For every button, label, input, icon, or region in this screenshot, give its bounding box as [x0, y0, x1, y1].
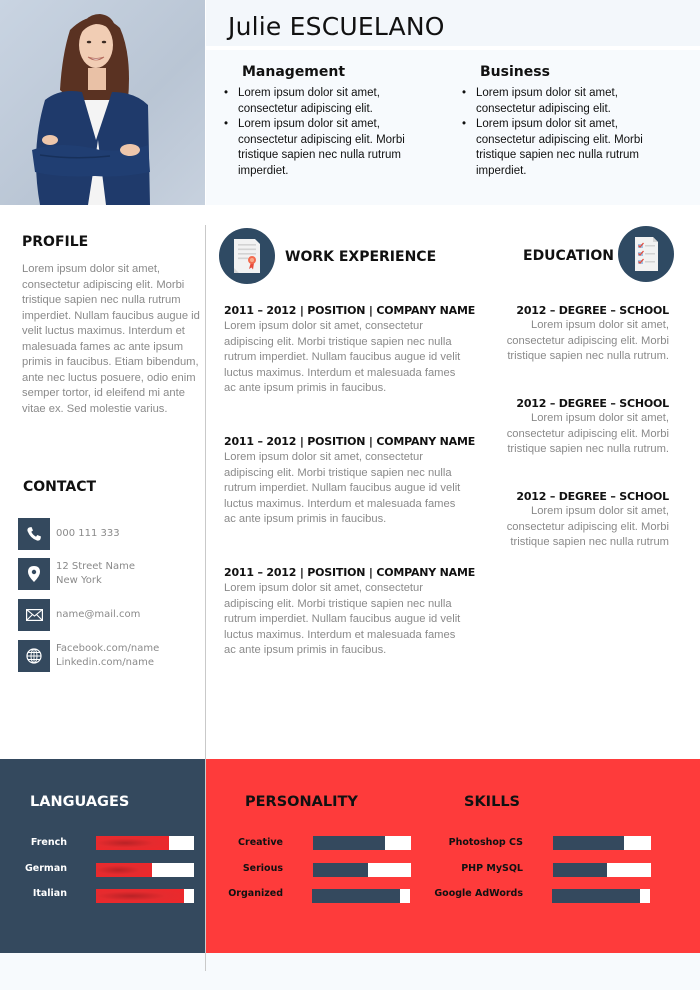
education-description: Lorem ipsum dolor sit amet, consectetur …: [506, 505, 669, 548]
skill-level-fill: [552, 889, 641, 903]
certificate-icon: [219, 228, 275, 284]
header-column-management: Management Lorem ipsum dolor sit amet, c…: [222, 64, 442, 179]
personality-level-fill: [313, 836, 385, 850]
header-column-business: Business Lorem ipsum dolor sit amet, con…: [460, 64, 680, 179]
address-city: New York: [56, 575, 102, 586]
footer-band: [0, 953, 700, 990]
education-description: Lorem ipsum dolor sit amet, consectetur …: [506, 412, 669, 455]
language-label: French: [30, 837, 67, 848]
language-level-fill: [96, 889, 185, 903]
personality-level-bar: [313, 836, 411, 850]
personality-skills-panel: [206, 759, 700, 953]
language-level-bar: [96, 889, 194, 903]
portrait-photo: [0, 0, 205, 205]
skill-level-bar: [553, 836, 651, 850]
bullet-list: Lorem ipsum dolor sit amet, consectetur …: [222, 86, 442, 179]
education-heading: 2012 – DEGREE – SCHOOL: [516, 490, 669, 503]
languages-title: LANGUAGES: [30, 794, 130, 810]
profile-text: Lorem ipsum dolor sit amet, consectetur …: [22, 263, 200, 415]
language-label: German: [25, 863, 67, 874]
languages-panel: [0, 759, 205, 953]
bullet-list: Lorem ipsum dolor sit amet, consectetur …: [460, 86, 680, 179]
education-description: Lorem ipsum dolor sit amet, consectetur …: [506, 319, 669, 362]
education-entry: 2012 – DEGREE – SCHOOL Lorem ipsum dolor…: [479, 304, 669, 365]
job-entry: 2011 – 2012 | POSITION | COMPANY NAME Lo…: [224, 566, 476, 659]
education-heading: 2012 – DEGREE – SCHOOL: [516, 397, 669, 410]
email-link[interactable]: name@mail.com: [56, 608, 140, 622]
education-heading: 2012 – DEGREE – SCHOOL: [516, 304, 669, 317]
job-heading: 2011 – 2012 | POSITION | COMPANY NAME: [224, 435, 476, 448]
personality-title: PERSONALITY: [245, 794, 358, 810]
person-illustration: [32, 14, 150, 205]
bullet-item: Lorem ipsum dolor sit amet, consectetur …: [460, 86, 680, 117]
job-entry: 2011 – 2012 | POSITION | COMPANY NAME Lo…: [224, 304, 476, 397]
facebook-link[interactable]: Facebook.com/name: [56, 642, 159, 656]
personality-label: Serious: [242, 863, 283, 874]
personality-level-fill: [312, 889, 401, 903]
resume-page: Julie ESCUELANO Management Lorem ipsum d…: [0, 0, 700, 990]
personality-level-bar: [312, 889, 410, 903]
contact-phone: 000 111 333: [18, 518, 120, 550]
bullet-item: Lorem ipsum dolor sit amet, consectetur …: [222, 117, 442, 179]
globe-icon: [18, 640, 50, 672]
skill-label: PHP MySQL: [461, 863, 523, 874]
job-description: Lorem ipsum dolor sit amet, consectetur …: [224, 320, 461, 394]
envelope-icon: [18, 599, 50, 631]
skill-level-bar: [553, 863, 651, 877]
profile-title: PROFILE: [22, 234, 89, 250]
job-heading: 2011 – 2012 | POSITION | COMPANY NAME: [224, 304, 476, 317]
job-heading: 2011 – 2012 | POSITION | COMPANY NAME: [224, 566, 476, 579]
bullet-item: Lorem ipsum dolor sit amet, consectetur …: [460, 117, 680, 179]
job-description: Lorem ipsum dolor sit amet, consectetur …: [224, 451, 461, 525]
skill-level-bar: [552, 889, 650, 903]
education-entry: 2012 – DEGREE – SCHOOL Lorem ipsum dolor…: [479, 490, 669, 551]
phone-icon: [18, 518, 50, 550]
social-links: Facebook.com/name Linkedin.com/name: [56, 642, 159, 670]
header-column-title: Business: [480, 64, 550, 80]
skill-label: Google AdWords: [434, 888, 523, 899]
work-experience-title: WORK EXPERIENCE: [285, 249, 437, 265]
personality-label: Creative: [238, 837, 283, 848]
language-label: Italian: [32, 888, 67, 899]
contact-email: name@mail.com: [18, 599, 140, 631]
job-description: Lorem ipsum dolor sit amet, consectetur …: [224, 582, 461, 656]
personality-level-fill: [313, 863, 368, 877]
candidate-name: Julie ESCUELANO: [228, 12, 445, 41]
phone-number: 000 111 333: [56, 528, 120, 539]
job-entry: 2011 – 2012 | POSITION | COMPANY NAME Lo…: [224, 435, 476, 528]
language-level-fill: [96, 836, 169, 850]
bullet-item: Lorem ipsum dolor sit amet, consectetur …: [222, 86, 442, 117]
location-pin-icon: [18, 558, 50, 590]
education-title: EDUCATION: [523, 248, 614, 264]
contact-title: CONTACT: [23, 479, 97, 495]
skill-level-fill: [553, 836, 624, 850]
skill-label: Photoshop CS: [448, 837, 523, 848]
address-street: 12 Street Name: [56, 561, 135, 572]
personality-level-bar: [313, 863, 411, 877]
education-entry: 2012 – DEGREE – SCHOOL Lorem ipsum dolor…: [479, 397, 669, 458]
skill-level-fill: [553, 863, 607, 877]
language-level-bar: [96, 863, 194, 877]
header-column-title: Management: [242, 64, 346, 80]
footer-divider: [205, 953, 206, 971]
contact-social: Facebook.com/name Linkedin.com/name: [18, 640, 159, 672]
contact-address: 12 Street Name New York: [18, 558, 135, 590]
linkedin-link[interactable]: Linkedin.com/name: [56, 656, 159, 670]
personality-label: Organized: [228, 888, 283, 899]
address-text: 12 Street Name New York: [56, 560, 135, 588]
language-level-bar: [96, 836, 194, 850]
skills-title: SKILLS: [464, 794, 520, 810]
language-level-fill: [96, 863, 152, 877]
checklist-document-icon: [618, 226, 674, 282]
